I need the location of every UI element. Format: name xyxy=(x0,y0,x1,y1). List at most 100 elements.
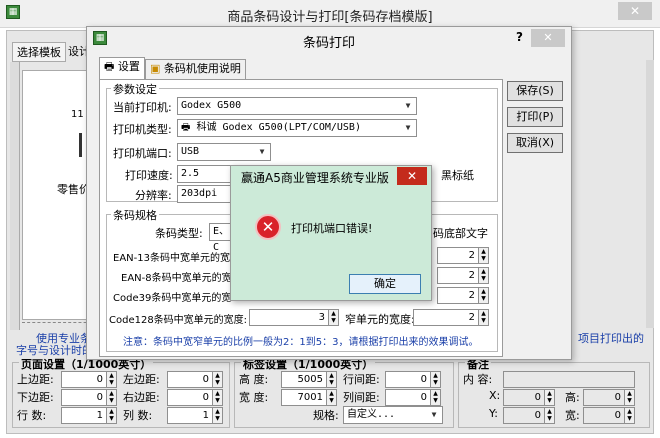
printer-type-label: 打印机类型: xyxy=(113,123,172,136)
x-input[interactable]: 0 xyxy=(503,389,545,406)
outer-close-button[interactable]: ✕ xyxy=(618,2,652,20)
row-gap-input[interactable]: 0 xyxy=(385,371,431,388)
code39-label: Code39条码中宽单元的宽 xyxy=(113,293,232,304)
left-margin-input[interactable]: 0 xyxy=(167,371,213,388)
label-height-spin[interactable]: ▲ ▼ xyxy=(327,371,337,388)
left-margin-spin[interactable]: ▲ ▼ xyxy=(213,371,223,388)
printer-port-value: USB xyxy=(181,146,200,157)
content-label: 内 容: xyxy=(463,373,493,386)
h-input[interactable]: 0 xyxy=(583,389,625,406)
code39-narrow-input[interactable]: 2 xyxy=(437,287,479,304)
spec-label: 规格: xyxy=(313,409,339,422)
row-gap-spin[interactable]: ▲ ▼ xyxy=(431,371,441,388)
print-button[interactable]: 打印(P) xyxy=(507,107,563,127)
top-margin-spin[interactable]: ▲ ▼ xyxy=(107,371,117,388)
bottom-margin-input[interactable]: 0 xyxy=(61,389,107,406)
ok-button[interactable]: 确定 xyxy=(349,274,421,294)
h-label: 高: xyxy=(565,391,580,404)
code128-wide-input[interactable]: 3 xyxy=(249,309,329,326)
cols-input[interactable]: 1 xyxy=(167,407,213,424)
print-speed-value: 2.5 inch/s xyxy=(181,168,200,179)
save-label: 保存(S) xyxy=(516,84,554,97)
ean8-narrow-input[interactable]: 2 xyxy=(437,267,479,284)
ean13-narrow-input[interactable]: 2 xyxy=(437,247,479,264)
error-box-title-bar: 赢通A5商业管理系统专业版 ✕ xyxy=(231,166,431,188)
black-mark-text: 黑标纸 xyxy=(441,169,474,182)
x-spin[interactable]: ▲ ▼ xyxy=(545,389,555,406)
code39-narrow-spin[interactable]: ▲ ▼ xyxy=(479,287,489,304)
top-margin-label: 上边距: xyxy=(17,373,54,386)
bottom-margin-label: 下边距: xyxy=(17,391,54,404)
dialog-title: 条码打印 xyxy=(302,36,355,51)
spec-select[interactable]: 自定义... ▼ xyxy=(343,406,443,424)
ean8-label: EAN-8条码中宽单元的宽 xyxy=(121,273,232,284)
code128-narrow-spin[interactable]: ▲ ▼ xyxy=(479,309,489,326)
dialog-close-button[interactable]: ✕ xyxy=(531,29,565,47)
dpi-value: 203dpi xyxy=(181,188,218,199)
label-height-input[interactable]: 5005 xyxy=(281,371,327,388)
cols-spin[interactable]: ▲ ▼ xyxy=(213,407,223,424)
ean13-label: EAN-13条码中宽单元的宽 xyxy=(113,253,230,264)
col-gap-spin[interactable]: ▲ ▼ xyxy=(431,389,441,406)
cols-label: 列 数: xyxy=(123,409,153,422)
y-input[interactable]: 0 xyxy=(503,407,545,424)
canvas-number: 11 xyxy=(71,109,84,120)
label-width-spin[interactable]: ▲ ▼ xyxy=(327,389,337,406)
chevron-down-icon: ▼ xyxy=(259,147,265,156)
right-margin-spin[interactable]: ▲ ▼ xyxy=(213,389,223,406)
printer-select[interactable]: Godex G500 ▼ xyxy=(177,97,417,115)
y-spin[interactable]: ▲ ▼ xyxy=(545,407,555,424)
tab-printer-manual-label: 条码机使用说明 xyxy=(163,62,241,75)
printer-icon: 🖶 xyxy=(104,60,115,73)
barcode-type-label: 条码类型: xyxy=(155,227,203,240)
label-settings-group: 标签设置（1/1000英寸） 高 度: 5005 ▲ ▼ 行间距: 0 ▲ ▼ 宽 … xyxy=(234,356,454,428)
notes-group: 备注 内 容: X: 0 ▲ ▼ 高: 0 ▲ ▼ Y: 0 ▲ ▼ 宽: 0 ▲ ▼ xyxy=(458,356,650,428)
chevron-down-icon: ▼ xyxy=(431,410,437,419)
rows-spin[interactable]: ▲ ▼ xyxy=(107,407,117,424)
printer-type-value: 科诚 Godex G500(LPT/COM/USB) xyxy=(196,122,361,133)
print-label: 打印(P) xyxy=(516,110,554,123)
outer-scrollbar[interactable] xyxy=(646,60,654,328)
cancel-button[interactable]: 取消(X) xyxy=(507,133,563,153)
w-spin[interactable]: ▲ ▼ xyxy=(625,407,635,424)
ratio-note: 注意：条码中宽窄单元的比例一般为2：1到5：3，请根据打印出来的效果调试。 xyxy=(123,337,479,348)
barcode-spec-title: 条码规格 xyxy=(111,207,159,223)
code128-wide-spin[interactable]: ▲ ▼ xyxy=(329,309,339,326)
col-gap-label: 列间距: xyxy=(343,391,380,404)
cancel-label: 取消(X) xyxy=(515,136,555,149)
select-template-label: 选择模板 xyxy=(17,46,61,59)
bottom-margin-spin[interactable]: ▲ ▼ xyxy=(107,389,117,406)
code128-narrow-input[interactable]: 2 xyxy=(413,309,479,326)
select-template-button[interactable]: 选择模板 xyxy=(12,42,66,62)
ean13-narrow-spin[interactable]: ▲ ▼ xyxy=(479,247,489,264)
x-label: X: xyxy=(489,389,501,402)
top-margin-input[interactable]: 0 xyxy=(61,371,107,388)
label-height-label: 高 度: xyxy=(239,373,269,386)
label-width-input[interactable]: 7001 xyxy=(281,389,327,406)
chevron-down-icon: ▼ xyxy=(405,123,411,132)
right-margin-input[interactable]: 0 xyxy=(167,389,213,406)
save-button[interactable]: 保存(S) xyxy=(507,81,563,101)
w-input[interactable]: 0 xyxy=(583,407,625,424)
error-message: 打印机端口错误! xyxy=(291,222,373,235)
rows-input[interactable]: 1 xyxy=(61,407,107,424)
error-box-close-button[interactable]: ✕ xyxy=(397,167,427,185)
ean8-narrow-spin[interactable]: ▲ ▼ xyxy=(479,267,489,284)
tab-settings[interactable]: 🖶 设置 xyxy=(99,57,145,79)
barcode-bottom-text: 码底部文字 xyxy=(433,227,488,240)
w-label: 宽: xyxy=(565,409,580,422)
printer-value: Godex G500 xyxy=(181,100,242,111)
error-message-box: 赢通A5商业管理系统专业版 ✕ ✕ 打印机端口错误! 确定 xyxy=(230,165,432,301)
help-button[interactable]: ? xyxy=(516,30,523,44)
col-gap-input[interactable]: 0 xyxy=(385,389,431,406)
print-speed-label: 打印速度: xyxy=(125,169,173,182)
h-spin[interactable]: ▲ ▼ xyxy=(625,389,635,406)
tab-printer-manual[interactable]: ▣ 条码机使用说明 xyxy=(145,59,246,79)
y-label: Y: xyxy=(489,407,498,420)
narrow-width-label: 窄单元的宽度: xyxy=(345,313,415,326)
outer-title-bar: ▦ 商品条码设计与打印[条码存档模版] ✕ xyxy=(0,0,660,28)
error-icon: ✕ xyxy=(255,214,281,240)
printer-port-select[interactable]: USB ▼ xyxy=(177,143,271,161)
content-input[interactable] xyxy=(503,371,635,388)
printer-type-select[interactable]: 🖶 科诚 Godex G500(LPT/COM/USB) ▼ xyxy=(177,119,417,137)
